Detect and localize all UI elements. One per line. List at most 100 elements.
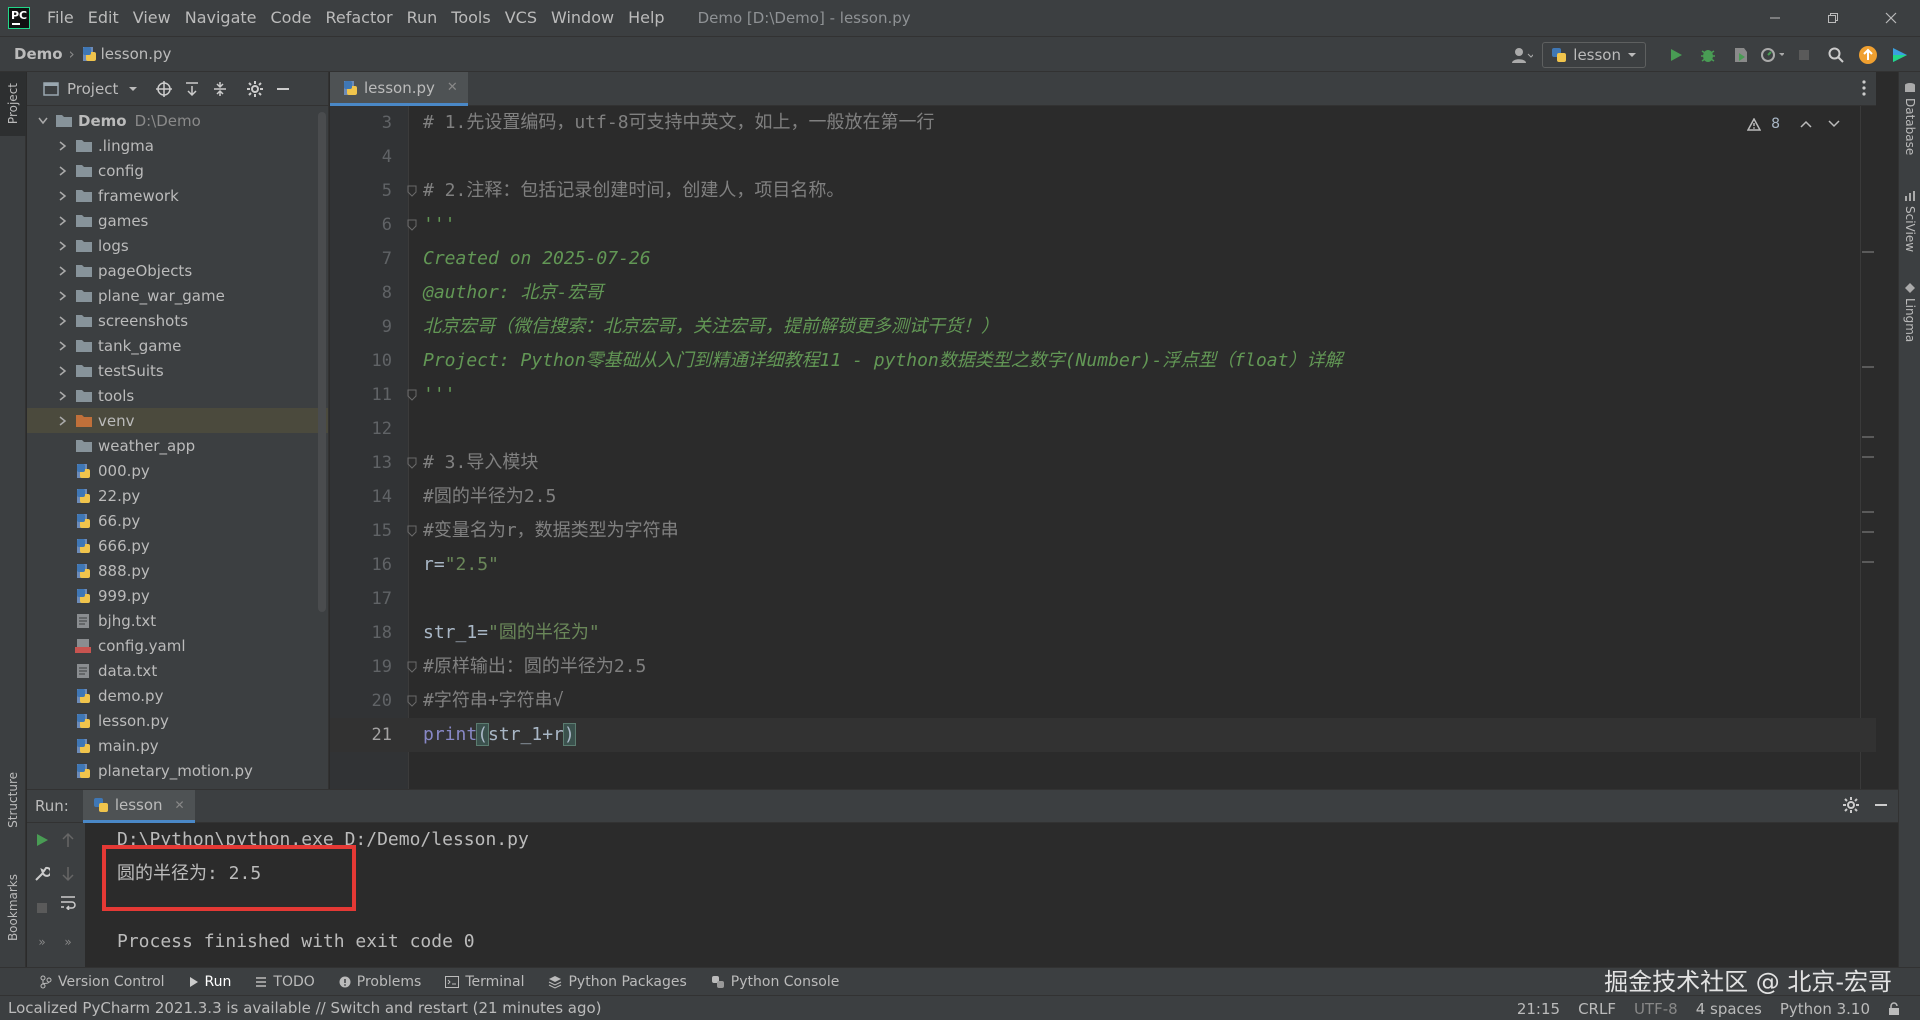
inspection-widget[interactable]: 8 xyxy=(1747,116,1840,132)
chevron-down-icon[interactable] xyxy=(35,117,51,125)
tree-file[interactable]: 888.py xyxy=(27,558,328,583)
update-icon[interactable] xyxy=(1856,43,1880,67)
chevron-right-icon[interactable] xyxy=(55,315,71,326)
close-run-tab-icon[interactable]: ✕ xyxy=(175,798,185,812)
tab-sciview-tool[interactable]: SciView xyxy=(1899,190,1920,252)
tab-project-tool[interactable]: Project xyxy=(0,72,26,136)
python-interpreter[interactable]: Python 3.10 xyxy=(1780,1000,1870,1018)
code-line[interactable]: 6 ''' xyxy=(330,208,1876,242)
chevron-right-icon[interactable] xyxy=(55,365,71,376)
tree-file[interactable]: 999.py xyxy=(27,583,328,608)
code-editor[interactable]: 3 # 1.先设置编码，utf-8可支持中英文，如上，一般放在第一行 4 5 # 2.注… xyxy=(330,106,1876,789)
tree-file[interactable]: planetary_motion.py xyxy=(27,758,328,783)
user-icon[interactable] xyxy=(1510,43,1534,67)
caret-position[interactable]: 21:15 xyxy=(1517,1000,1560,1018)
chevron-right-icon[interactable] xyxy=(55,290,71,301)
code-line[interactable]: 11 ''' xyxy=(330,378,1876,412)
rerun-icon[interactable] xyxy=(31,829,53,851)
code-line[interactable]: 15 #变量名为r，数据类型为字符串 xyxy=(330,514,1876,548)
tree-file[interactable]: 666.py xyxy=(27,533,328,558)
line-separator[interactable]: CRLF xyxy=(1578,1000,1616,1018)
code-line[interactable]: 3 # 1.先设置编码，utf-8可支持中英文，如上，一般放在第一行 xyxy=(330,106,1876,140)
tree-file[interactable]: main.py xyxy=(27,733,328,758)
chevron-right-icon[interactable] xyxy=(55,240,71,251)
tree-folder[interactable]: screenshots xyxy=(27,308,328,333)
gear-icon[interactable] xyxy=(246,80,264,98)
arrow-up-icon[interactable] xyxy=(57,829,79,851)
tree-folder[interactable]: tank_game xyxy=(27,333,328,358)
code-line[interactable]: 13 # 3.导入模块 xyxy=(330,446,1876,480)
tree-folder[interactable]: framework xyxy=(27,183,328,208)
lock-icon[interactable] xyxy=(1888,1001,1900,1016)
run-config-selector[interactable]: lesson xyxy=(1542,42,1646,68)
minimize-icon[interactable] xyxy=(1746,0,1804,36)
tree-file[interactable]: lesson.py xyxy=(27,708,328,733)
chevron-right-icon[interactable] xyxy=(55,140,71,151)
chevron-right-icon[interactable] xyxy=(55,215,71,226)
tool-problems[interactable]: Problems xyxy=(339,974,421,990)
restore-icon[interactable] xyxy=(1804,0,1862,36)
fold-icon[interactable] xyxy=(406,219,418,231)
run-icon[interactable] xyxy=(1664,43,1688,67)
debug-icon[interactable] xyxy=(1696,43,1720,67)
breadcrumb-file[interactable]: lesson.py xyxy=(81,45,171,63)
tree-file[interactable]: 000.py xyxy=(27,458,328,483)
coverage-icon[interactable] xyxy=(1728,43,1752,67)
tree-folder[interactable]: config xyxy=(27,158,328,183)
search-icon[interactable] xyxy=(1824,43,1848,67)
tab-lingma-tool[interactable]: Lingma xyxy=(1899,282,1920,342)
code-line[interactable]: 5 # 2.注释：包括记录创建时间，创建人，项目名称。 xyxy=(330,174,1876,208)
console-output[interactable]: D:\Python\python.exe D:/Demo/lesson.py 圆… xyxy=(117,823,1898,968)
locate-icon[interactable] xyxy=(156,80,173,97)
fold-icon[interactable] xyxy=(406,695,418,707)
menu-edit[interactable]: Edit xyxy=(81,0,126,36)
chevron-right-icon[interactable] xyxy=(55,415,71,426)
tree-file[interactable]: bjhg.txt xyxy=(27,608,328,633)
tab-structure-tool[interactable]: Structure xyxy=(0,752,26,848)
code-line[interactable]: 4 xyxy=(330,140,1876,174)
stop-icon[interactable] xyxy=(1792,43,1816,67)
code-line[interactable]: 14 #圆的半径为2.5 xyxy=(330,480,1876,514)
tool-python-packages[interactable]: Python Packages xyxy=(548,974,687,990)
code-line[interactable]: 10 Project: Python零基础从入门到精通详细教程11 - pytho… xyxy=(330,344,1876,378)
tree-scrollbar[interactable] xyxy=(318,112,326,612)
chevron-right-icon[interactable] xyxy=(55,190,71,201)
project-panel-title[interactable]: Project xyxy=(67,80,118,98)
menu-code[interactable]: Code xyxy=(264,0,319,36)
more-icon[interactable]: » xyxy=(57,931,79,953)
menu-tools[interactable]: Tools xyxy=(444,0,497,36)
tree-folder[interactable]: testSuits xyxy=(27,358,328,383)
menu-vcs[interactable]: VCS xyxy=(498,0,544,36)
tree-folder[interactable]: plane_war_game xyxy=(27,283,328,308)
fold-icon[interactable] xyxy=(406,525,418,537)
file-encoding[interactable]: UTF-8 xyxy=(1634,1000,1678,1018)
menu-window[interactable]: Window xyxy=(544,0,621,36)
hide-panel-icon[interactable] xyxy=(1874,798,1888,812)
tree-root[interactable]: Demo D:\Demo xyxy=(27,108,328,133)
tree-file[interactable]: data.txt xyxy=(27,658,328,683)
code-line[interactable]: 20 #字符串+字符串√ xyxy=(330,684,1876,718)
close-tab-icon[interactable]: ✕ xyxy=(447,80,458,95)
chevron-right-icon[interactable] xyxy=(55,340,71,351)
fold-icon[interactable] xyxy=(406,457,418,469)
tree-folder[interactable]: pageObjects xyxy=(27,258,328,283)
tab-lesson-py[interactable]: lesson.py ✕ xyxy=(330,72,468,106)
tree-file[interactable]: 66.py xyxy=(27,508,328,533)
soft-wrap-icon[interactable] xyxy=(57,891,79,913)
expand-all-icon[interactable] xyxy=(184,81,200,97)
more-icon[interactable]: » xyxy=(31,931,53,953)
fold-icon[interactable] xyxy=(406,185,418,197)
profile-icon[interactable] xyxy=(1760,43,1784,67)
code-line[interactable]: 18 str_1="圆的半径为" xyxy=(330,616,1876,650)
status-message[interactable]: Localized PyCharm 2021.3.3 is available … xyxy=(8,999,602,1017)
arrow-down-icon[interactable] xyxy=(57,863,79,885)
more-vertical-icon[interactable] xyxy=(1862,80,1866,96)
tool-run[interactable]: Run xyxy=(189,974,231,990)
tree-file[interactable]: config.yaml xyxy=(27,633,328,658)
stop-icon[interactable] xyxy=(31,897,53,919)
run-tab-lesson[interactable]: lesson ✕ xyxy=(82,789,195,823)
code-line[interactable]: 7 Created on 2025-07-26 xyxy=(330,242,1876,276)
close-window-icon[interactable] xyxy=(1862,0,1920,36)
tab-bookmarks-tool[interactable]: Bookmarks xyxy=(0,858,26,958)
code-line[interactable]: 16 r="2.5" xyxy=(330,548,1876,582)
